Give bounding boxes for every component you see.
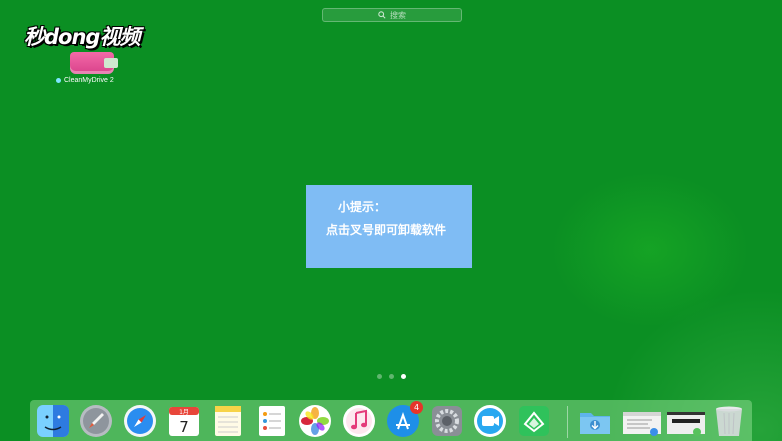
- downloads-folder-icon: [580, 413, 610, 434]
- green-chevron-icon: [519, 406, 549, 436]
- compass-icon: [124, 405, 156, 437]
- reminders-icon: [259, 406, 285, 436]
- dock-finder[interactable]: [36, 404, 70, 438]
- window-thumbnail-dark-icon: [667, 412, 705, 436]
- dock-safari[interactable]: [123, 404, 157, 438]
- dock: 1月 7 4: [30, 400, 752, 441]
- page-dot-1[interactable]: [377, 374, 382, 379]
- dock-separator: [567, 406, 568, 438]
- window-thumbnail-icon: [623, 412, 661, 436]
- page-dot-2[interactable]: [389, 374, 394, 379]
- rocket-icon: [80, 405, 112, 437]
- dock-screen-window[interactable]: [666, 404, 706, 438]
- dock-system-preferences[interactable]: [430, 404, 464, 438]
- dock-launchpad[interactable]: [79, 404, 113, 438]
- gear-icon: [432, 406, 462, 436]
- dock-photos[interactable]: [298, 404, 332, 438]
- page-indicator: [377, 374, 406, 379]
- dock-reminders[interactable]: [255, 404, 289, 438]
- search-icon: [378, 11, 386, 19]
- notification-badge: 4: [410, 401, 423, 414]
- dock-notes[interactable]: [211, 404, 245, 438]
- tip-body: 点击叉号即可卸载软件: [326, 223, 447, 237]
- calendar-day: 7: [179, 418, 189, 436]
- music-note-icon: [343, 405, 375, 437]
- search-field[interactable]: 搜索: [322, 8, 462, 22]
- drive-tab: [104, 58, 118, 68]
- dock-downloads[interactable]: [578, 404, 612, 438]
- tip-box: 小提示： 点击叉号即可卸载软件: [306, 185, 472, 268]
- trash-icon: [716, 406, 742, 436]
- dock-calendar[interactable]: 1月 7: [167, 404, 201, 438]
- search-placeholder: 搜索: [390, 10, 406, 20]
- video-camera-icon: [474, 405, 506, 437]
- dock-app-store[interactable]: 4: [386, 401, 423, 438]
- desktop-drive[interactable]: CleanMyDrive 2: [56, 36, 126, 90]
- notes-icon: [215, 406, 241, 436]
- photos-icon: [299, 405, 331, 437]
- dock-video-app[interactable]: [473, 404, 507, 438]
- status-dot-icon: [56, 78, 61, 83]
- finder-icon: [37, 405, 69, 437]
- page-dot-3[interactable]: [401, 374, 406, 379]
- dock-green-app[interactable]: [517, 404, 551, 438]
- dock-document-window[interactable]: [622, 404, 662, 438]
- tip-title: 小提示：: [338, 200, 387, 214]
- calendar-icon: 1月 7: [169, 407, 199, 436]
- dock-trash[interactable]: [712, 404, 746, 438]
- drive-label-row: CleanMyDrive 2: [56, 77, 126, 84]
- dock-itunes[interactable]: [342, 404, 376, 438]
- drive-label: CleanMyDrive 2: [64, 77, 114, 84]
- calendar-month: 1月: [179, 409, 189, 416]
